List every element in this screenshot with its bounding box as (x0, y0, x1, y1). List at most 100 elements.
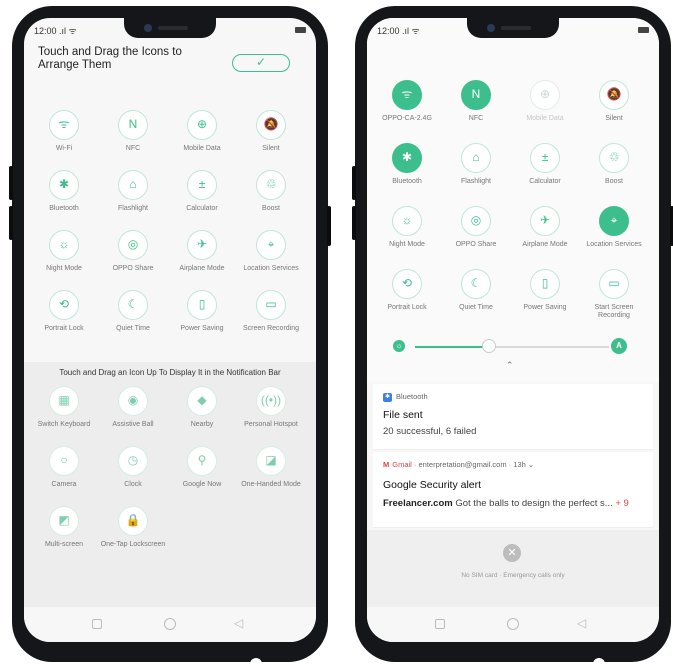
tile-label: Boost (262, 205, 280, 212)
silent-icon: 🔕 (256, 110, 286, 140)
tile-clock[interactable]: ◷ Clock (98, 446, 168, 489)
tile-calculator[interactable]: ± Calculator (510, 143, 580, 186)
tile-label: Clock (124, 481, 142, 488)
tile-nearby[interactable]: ◆ Nearby (167, 386, 237, 429)
section-title: Touch and Drag an Icon Up To Display It … (59, 368, 281, 377)
tile-label: Quiet Time (459, 304, 493, 311)
tile-label: Boost (605, 178, 623, 185)
tile-label: Camera (51, 481, 77, 488)
tile-mobile-data[interactable]: ⊕ Mobile Data (167, 110, 237, 153)
quiet-time-icon: ☾ (461, 269, 491, 299)
tile-night-mode[interactable]: ☼ Night Mode (29, 230, 99, 273)
home-button[interactable] (507, 618, 519, 630)
recent-apps-button[interactable] (92, 619, 102, 629)
tile-wi-fi[interactable]: ᯤ Wi-Fi (29, 110, 99, 153)
tile-location-services[interactable]: ⌖ Location Services (579, 206, 649, 249)
tile-one-handed-mode[interactable]: ◪ One-Handed Mode (236, 446, 306, 489)
done-button[interactable]: ✓ (232, 54, 290, 72)
tile-power-saving[interactable]: ▯ Power Saving (167, 290, 237, 333)
back-button[interactable]: ◁ (577, 616, 586, 630)
tile-label: Nearby (190, 421, 214, 428)
battery-icon (638, 27, 649, 33)
tile-portrait-lock[interactable]: ⟲ Portrait Lock (372, 269, 442, 312)
battery-icon (295, 27, 306, 33)
tile-label: OPPO Share (455, 241, 497, 248)
brightness-slider-handle[interactable] (482, 339, 496, 353)
notification-bluetooth[interactable]: ✱ Bluetooth File sent 20 successful, 6 fa… (373, 384, 653, 450)
home-button[interactable] (164, 618, 176, 630)
flashlight-icon: ⌂ (461, 143, 491, 173)
tile-bluetooth[interactable]: ✱ Bluetooth (29, 170, 99, 213)
notification-app-name: Bluetooth (396, 392, 428, 401)
tile-silent[interactable]: 🔕 Silent (236, 110, 306, 153)
clear-notifications-button[interactable]: ✕ (503, 544, 521, 562)
screen-recording-icon: ▭ (256, 290, 286, 320)
tile-nfc[interactable]: N NFC (98, 110, 168, 153)
airplane-icon: ✈ (530, 206, 560, 236)
notification-gmail[interactable]: M Gmail · enterpretation@gmail.com · 13h … (373, 452, 653, 528)
tile-personal-hotspot[interactable]: ((•)) Personal Hotspot (236, 386, 306, 429)
no-sim-area: ✕ No SIM card · Emergency calls only (367, 530, 659, 607)
tile-bluetooth[interactable]: ✱ Bluetooth (372, 143, 442, 186)
tile-oppo-share[interactable]: ◎ OPPO Share (98, 230, 168, 273)
tile-night-mode[interactable]: ☼ Night Mode (372, 206, 442, 249)
tile-flashlight[interactable]: ⌂ Flashlight (441, 143, 511, 186)
tile-boost[interactable]: ♲ Boost (579, 143, 649, 186)
notification-sender: Freelancer.com (383, 498, 453, 509)
tile-oppo-share[interactable]: ◎ OPPO Share (441, 206, 511, 249)
tile-assistive-ball[interactable]: ◉ Assistive Ball (98, 386, 168, 429)
tile-label: Portrait Lock (44, 325, 84, 332)
tile-label: Calculator (186, 205, 218, 212)
notification-body: 20 successful, 6 failed (383, 426, 477, 437)
tile-start-screen-recording[interactable]: ▭ Start Screen Recording (579, 269, 649, 320)
tile-airplane-mode[interactable]: ✈ Airplane Mode (167, 230, 237, 273)
brightness-slider-fill (415, 346, 489, 348)
tile-label: Silent (262, 145, 280, 152)
recent-apps-button[interactable] (435, 619, 445, 629)
calculator-icon: ± (530, 143, 560, 173)
tile-switch-keyboard[interactable]: ▦ Switch Keyboard (29, 386, 99, 429)
tile-location-services[interactable]: ⌖ Location Services (236, 230, 306, 273)
brightness-icon: ☼ (393, 340, 405, 352)
tile-calculator[interactable]: ± Calculator (167, 170, 237, 213)
back-button[interactable]: ◁ (234, 616, 243, 630)
tile-screen-recording[interactable]: ▭ Screen Recording (236, 290, 306, 333)
tile-label: Switch Keyboard (37, 421, 91, 428)
auto-brightness-button[interactable]: A (611, 338, 627, 354)
phone-left: 12:00 .ıl ᯤ Touch and Drag the Icons to … (9, 6, 331, 664)
tile-google-now[interactable]: ⚲ Google Now (167, 446, 237, 489)
tile-label: Assistive Ball (112, 421, 154, 428)
notification-snippet: Got the balls to design the perfect s... (452, 498, 613, 509)
notification-title: Google Security alert (383, 479, 482, 491)
tile-oppo-ca-2-4g[interactable]: ᯤ OPPO-CA-2.4G (372, 80, 442, 123)
oppo-share-icon: ◎ (118, 230, 148, 260)
tile-label: Power Saving (523, 304, 567, 311)
notch (124, 18, 216, 38)
tile-flashlight[interactable]: ⌂ Flashlight (98, 170, 168, 213)
oppo-share-icon: ◎ (461, 206, 491, 236)
boost-icon: ♲ (256, 170, 286, 200)
tile-quiet-time[interactable]: ☾ Quiet Time (441, 269, 511, 312)
tile-power-saving[interactable]: ▯ Power Saving (510, 269, 580, 312)
tile-label: Start Screen Recording (594, 304, 634, 319)
tile-mobile-data[interactable]: ⊕ Mobile Data (510, 80, 580, 123)
silent-icon: 🔕 (599, 80, 629, 110)
tile-boost[interactable]: ♲ Boost (236, 170, 306, 213)
tile-nfc[interactable]: N NFC (441, 80, 511, 123)
tile-airplane-mode[interactable]: ✈ Airplane Mode (510, 206, 580, 249)
tile-label: Location Services (586, 241, 642, 248)
tile-multi-screen[interactable]: ◩ Multi-screen (29, 506, 99, 549)
tile-label: One-Tap Lockscreen (100, 541, 166, 548)
tile-camera[interactable]: ○ Camera (29, 446, 99, 489)
google-now-icon: ⚲ (187, 446, 217, 476)
tile-silent[interactable]: 🔕 Silent (579, 80, 649, 123)
collapse-chevron-icon[interactable]: ⌃ (506, 360, 514, 371)
tile-portrait-lock[interactable]: ⟲ Portrait Lock (29, 290, 99, 333)
notification-meta: · enterpretation@gmail.com · 13h ⌄ (411, 460, 535, 469)
quiet-time-icon: ☾ (118, 290, 148, 320)
notification-more-count: + 9 (615, 498, 629, 509)
volume-button (9, 166, 13, 200)
tile-quiet-time[interactable]: ☾ Quiet Time (98, 290, 168, 333)
nfc-icon: N (461, 80, 491, 110)
tile-one-tap-lockscreen[interactable]: 🔒 One-Tap Lockscreen (98, 506, 168, 549)
